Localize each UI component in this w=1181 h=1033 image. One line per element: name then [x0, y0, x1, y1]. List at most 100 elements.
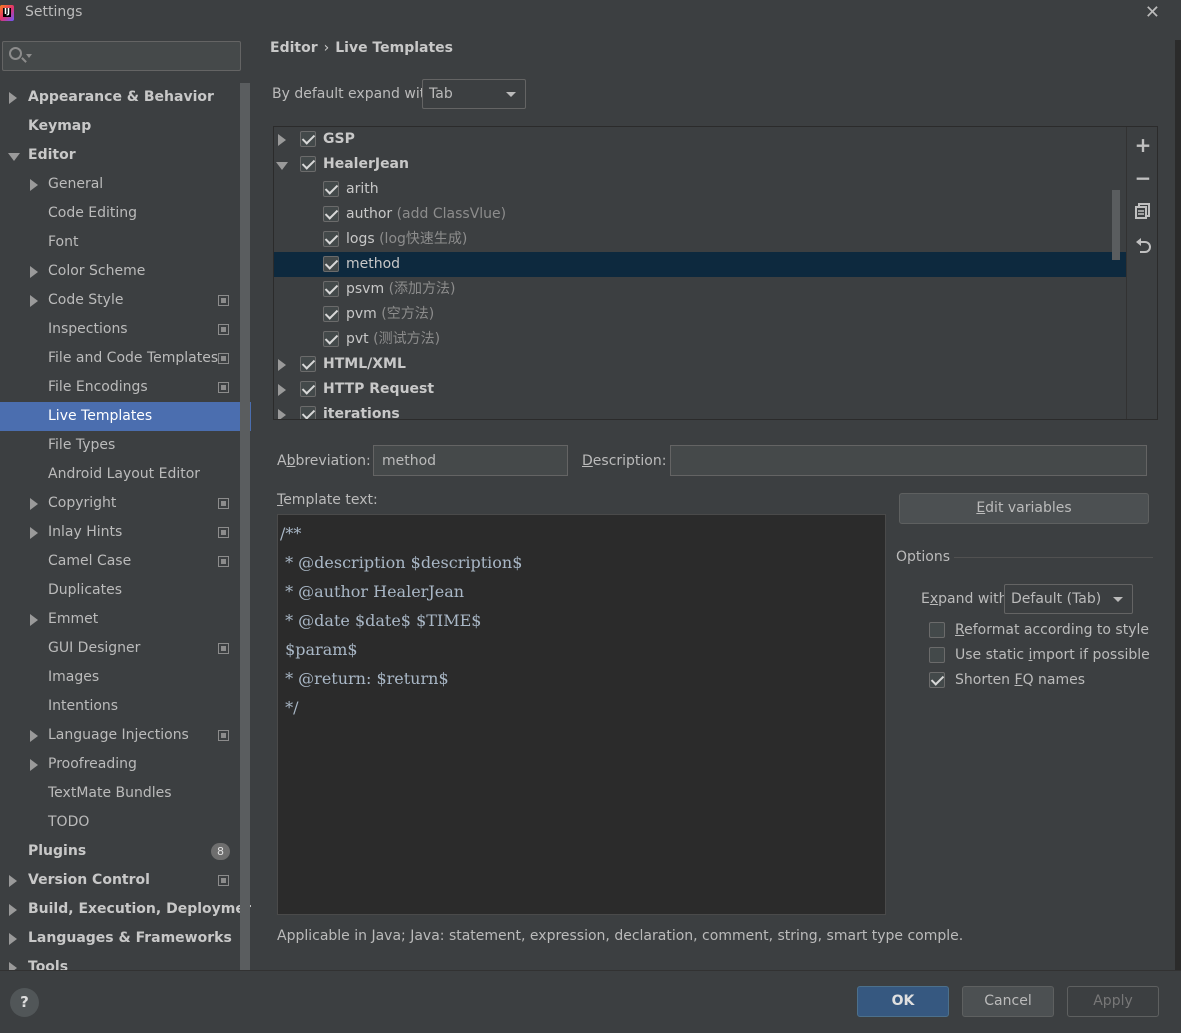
sidebar-item-plugins[interactable]: Plugins 8: [0, 837, 251, 866]
template-row[interactable]: method: [274, 252, 1126, 277]
ok-button[interactable]: OK: [857, 986, 949, 1017]
template-row[interactable]: logs (log快速生成): [274, 227, 1126, 252]
sidebar-item-images[interactable]: Images: [0, 663, 251, 692]
sidebar-item-file-encodings[interactable]: File Encodings: [0, 373, 251, 402]
template-row[interactable]: author (add ClassVlue): [274, 202, 1126, 227]
template-row[interactable]: pvm (空方法): [274, 302, 1126, 327]
sidebar-item-android-layout-editor[interactable]: Android Layout Editor: [0, 460, 251, 489]
expand-with-dropdown[interactable]: Default (Tab): [1004, 584, 1133, 614]
sidebar-item-appearance-behavior[interactable]: Appearance & Behavior: [0, 83, 251, 112]
shorten-fq-checkbox[interactable]: [929, 672, 945, 688]
expand-arrow-icon[interactable]: [9, 92, 17, 104]
template-text-editor[interactable]: /** * @description $description$ * @auth…: [277, 514, 886, 915]
add-icon[interactable]: +: [1133, 135, 1153, 155]
template-checkbox[interactable]: [323, 306, 339, 322]
template-group-row[interactable]: HealerJean: [274, 152, 1126, 177]
sidebar-item-file-types[interactable]: File Types: [0, 431, 251, 460]
reformat-checkbox[interactable]: [929, 622, 945, 638]
expand-arrow-icon[interactable]: [30, 266, 38, 278]
template-row[interactable]: arith: [274, 177, 1126, 202]
copy-icon[interactable]: [1133, 202, 1153, 222]
apply-button[interactable]: Apply: [1067, 986, 1159, 1017]
expand-arrow-icon[interactable]: [278, 359, 286, 371]
expand-arrow-icon[interactable]: [30, 759, 38, 771]
templates-scrollbar[interactable]: [1112, 190, 1120, 260]
search-history-caret-icon[interactable]: [26, 54, 32, 58]
sidebar-item-version-control[interactable]: Version Control: [0, 866, 251, 895]
sidebar-item-proofreading[interactable]: Proofreading: [0, 750, 251, 779]
sidebar-item-file-and-code-templates[interactable]: File and Code Templates: [0, 344, 251, 373]
sidebar-item-textmate-bundles[interactable]: TextMate Bundles: [0, 779, 251, 808]
sidebar-item-general[interactable]: General: [0, 170, 251, 199]
sidebar-item-inlay-hints[interactable]: Inlay Hints: [0, 518, 251, 547]
expand-arrow-icon[interactable]: [30, 527, 38, 539]
sidebar-item-code-style[interactable]: Code Style: [0, 286, 251, 315]
expand-arrow-icon[interactable]: [278, 134, 286, 146]
expand-arrow-icon[interactable]: [9, 933, 17, 945]
sidebar-item-emmet[interactable]: Emmet: [0, 605, 251, 634]
description-field[interactable]: [670, 445, 1147, 476]
template-checkbox[interactable]: [323, 181, 339, 197]
template-checkbox[interactable]: [300, 406, 316, 419]
template-row[interactable]: psvm (添加方法): [274, 277, 1126, 302]
template-checkbox[interactable]: [323, 281, 339, 297]
sidebar-item-keymap[interactable]: Keymap: [0, 112, 251, 141]
sidebar-scrollbar[interactable]: [240, 83, 250, 970]
sidebar-item-language-injections[interactable]: Language Injections: [0, 721, 251, 750]
expand-arrow-icon[interactable]: [30, 179, 38, 191]
abbreviation-field[interactable]: [373, 445, 568, 476]
cancel-button[interactable]: Cancel: [962, 986, 1054, 1017]
sidebar-item-code-editing[interactable]: Code Editing: [0, 199, 251, 228]
template-group-row[interactable]: HTTP Request: [274, 377, 1126, 402]
static-import-checkbox[interactable]: [929, 647, 945, 663]
template-group-row[interactable]: iterations: [274, 402, 1126, 419]
template-group-row[interactable]: GSP: [274, 127, 1126, 152]
search-input[interactable]: [35, 45, 235, 67]
sidebar-item-color-scheme[interactable]: Color Scheme: [0, 257, 251, 286]
expand-arrow-icon[interactable]: [9, 962, 17, 970]
sidebar-item-copyright[interactable]: Copyright: [0, 489, 251, 518]
help-button[interactable]: ?: [10, 988, 39, 1017]
template-checkbox[interactable]: [323, 231, 339, 247]
breadcrumb-parent[interactable]: Editor: [270, 40, 318, 56]
sidebar-item-intentions[interactable]: Intentions: [0, 692, 251, 721]
sidebar-item-tools[interactable]: Tools: [0, 953, 251, 970]
expand-arrow-icon[interactable]: [9, 875, 17, 887]
expand-arrow-icon[interactable]: [30, 730, 38, 742]
template-checkbox[interactable]: [300, 356, 316, 372]
sidebar-item-gui-designer[interactable]: GUI Designer: [0, 634, 251, 663]
close-icon[interactable]: ✕: [1145, 2, 1160, 23]
sidebar-item-languages-frameworks[interactable]: Languages & Frameworks: [0, 924, 251, 953]
sidebar-item-font[interactable]: Font: [0, 228, 251, 257]
sidebar-item-live-templates[interactable]: Live Templates: [0, 402, 251, 431]
sidebar-item-todo[interactable]: TODO: [0, 808, 251, 837]
settings-search[interactable]: [2, 41, 241, 71]
edit-variables-button[interactable]: Edit variables: [899, 493, 1149, 524]
collapse-arrow-icon[interactable]: [8, 153, 20, 161]
template-group-row[interactable]: HTML/XML: [274, 352, 1126, 377]
remove-icon[interactable]: −: [1133, 168, 1153, 188]
expand-arrow-icon[interactable]: [30, 295, 38, 307]
template-checkbox[interactable]: [323, 256, 339, 272]
template-checkbox[interactable]: [300, 131, 316, 147]
sidebar-item-inspections[interactable]: Inspections: [0, 315, 251, 344]
expand-arrow-icon[interactable]: [30, 614, 38, 626]
template-abbreviation: logs: [346, 231, 375, 247]
expand-arrow-icon[interactable]: [278, 384, 286, 396]
expand-arrow-icon[interactable]: [9, 904, 17, 916]
sidebar-item-camel-case[interactable]: Camel Case: [0, 547, 251, 576]
collapse-arrow-icon[interactable]: [276, 162, 288, 170]
expand-arrow-icon[interactable]: [30, 498, 38, 510]
default-expand-dropdown[interactable]: Tab: [422, 79, 526, 109]
sidebar-item-editor[interactable]: Editor: [0, 141, 251, 170]
revert-icon[interactable]: [1133, 237, 1153, 257]
template-checkbox[interactable]: [300, 156, 316, 172]
template-row[interactable]: pvt (测试方法): [274, 327, 1126, 352]
applicable-contexts[interactable]: Applicable in Java; Java: statement, exp…: [277, 928, 963, 944]
template-checkbox[interactable]: [323, 206, 339, 222]
sidebar-item-build-execution-deploymen[interactable]: Build, Execution, Deploymen: [0, 895, 251, 924]
template-checkbox[interactable]: [323, 331, 339, 347]
sidebar-item-duplicates[interactable]: Duplicates: [0, 576, 251, 605]
expand-arrow-icon[interactable]: [278, 409, 286, 419]
template-checkbox[interactable]: [300, 381, 316, 397]
